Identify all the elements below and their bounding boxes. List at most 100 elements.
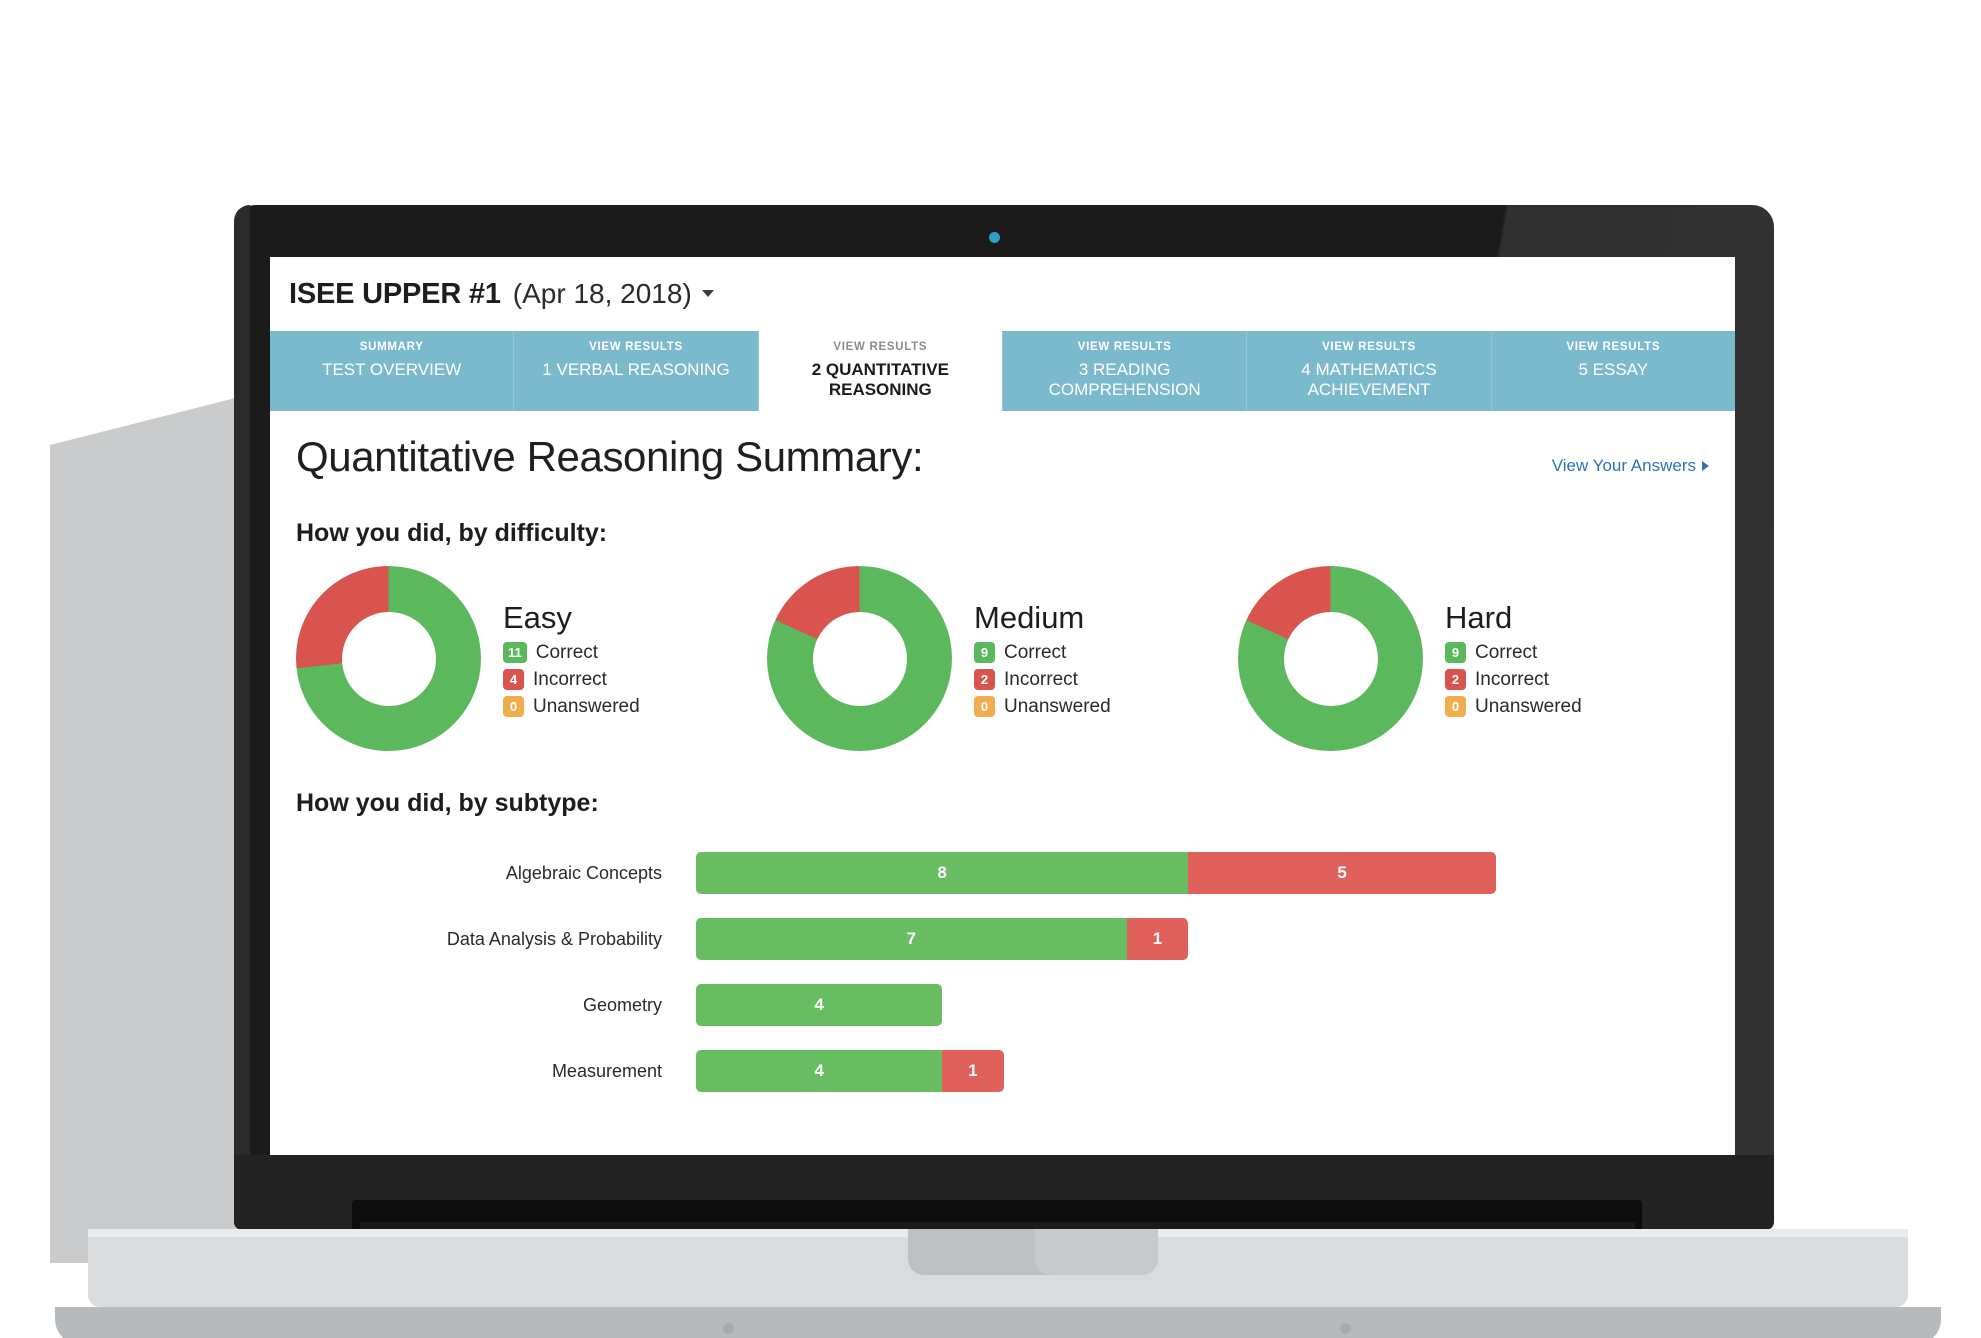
tab-label: 1 VERBAL REASONING (542, 360, 730, 379)
tab-quantitative-reasoning[interactable]: VIEW RESULTS 2 QUANTITATIVE REASONING (758, 331, 1003, 411)
bar-category-label: Algebraic Concepts (505, 862, 662, 883)
chevron-down-icon[interactable] (701, 289, 714, 297)
correct-count-chip: 11 (503, 642, 527, 663)
tab-kicker: VIEW RESULTS (589, 341, 683, 353)
legend-label: Unanswered (1004, 695, 1111, 717)
tab-kicker: VIEW RESULTS (1566, 341, 1661, 353)
app-title-bar: ISEE UPPER #1 (Apr 18, 2018) (270, 257, 1735, 331)
bar-row: Algebraic Concepts 8 5 (296, 840, 1709, 906)
donut-chart-easy (296, 566, 481, 751)
correct-count-chip: 9 (974, 642, 995, 663)
legend-correct: 11 Correct (503, 642, 640, 664)
bar-row: Measurement 4 1 (296, 1038, 1709, 1104)
test-date: (Apr 18, 2018) (512, 278, 692, 309)
unanswered-count-chip: 0 (1445, 696, 1466, 717)
legend-label: Incorrect (533, 668, 607, 690)
legend-label: Correct (1475, 641, 1538, 663)
tab-label: TEST OVERVIEW (322, 360, 462, 379)
donut-hole (341, 611, 436, 706)
incorrect-count-chip: 2 (974, 669, 995, 690)
legend-unanswered: 0 Unanswered (974, 696, 1111, 718)
donut-chart-medium (767, 566, 952, 751)
bar-category-label: Geometry (582, 994, 662, 1015)
tab-test-overview[interactable]: SUMMARY TEST OVERVIEW (270, 331, 515, 411)
tab-essay[interactable]: VIEW RESULTS 5 ESSAY (1491, 331, 1735, 411)
donut-hole (812, 611, 907, 706)
donut-legend-hard: Hard 9 Correct 2 Incorrect 0 Unanswered (1445, 600, 1582, 718)
legend-unanswered: 0 Unanswered (503, 696, 640, 718)
legend-correct: 9 Correct (1445, 642, 1582, 664)
bar-segment-correct: 7 (696, 918, 1127, 960)
tab-kicker: SUMMARY (359, 341, 424, 353)
page-title: Quantitative Reasoning Summary: (296, 433, 924, 480)
legend-label: Incorrect (1004, 668, 1078, 690)
subtype-section-heading: How you did, by subtype: (296, 789, 599, 817)
donut-legend-medium: Medium 9 Correct 2 Incorrect 0 Unanswere… (974, 600, 1111, 718)
bar-segment-incorrect: 1 (942, 1050, 1004, 1092)
tab-label: 5 ESSAY (1578, 360, 1649, 379)
results-content: Quantitative Reasoning Summary: View You… (270, 411, 1735, 1175)
laptop-base-lip (55, 1307, 1941, 1338)
incorrect-count-chip: 4 (503, 669, 524, 690)
subtype-bar-chart: Algebraic Concepts 8 5 Data Analysis & Prob… (296, 840, 1709, 1104)
bar-segment-correct: 4 (696, 984, 943, 1026)
legend-unanswered: 0 Unanswered (1445, 696, 1582, 718)
legend-label: Correct (535, 641, 599, 663)
legend-incorrect: 4 Incorrect (503, 669, 640, 691)
legend-label: Correct (1004, 641, 1067, 663)
chevron-right-icon (1702, 461, 1709, 471)
tab-label: 2 QUANTITATIVE REASONING (811, 360, 949, 399)
tab-mathematics-achievement[interactable]: VIEW RESULTS 4 MATHEMATICS ACHIEVEMENT (1247, 331, 1492, 411)
donut-cell-hard: Hard 9 Correct 2 Incorrect 0 Unanswered (1238, 566, 1709, 751)
bar-category-label: Data Analysis & Probability (446, 928, 662, 949)
legend-incorrect: 2 Incorrect (1445, 669, 1582, 691)
donut-title: Easy (503, 599, 572, 635)
legend-incorrect: 2 Incorrect (974, 669, 1111, 691)
donut-cell-medium: Medium 9 Correct 2 Incorrect 0 Unanswere… (767, 566, 1238, 751)
webcam-icon (989, 232, 1000, 243)
bar-track: 4 (696, 984, 943, 1026)
tab-label: 3 READING COMPREHENSION (1048, 360, 1201, 399)
donut-hole (1283, 611, 1378, 706)
tab-verbal-reasoning[interactable]: VIEW RESULTS 1 VERBAL REASONING (514, 331, 759, 411)
results-tab-bar: SUMMARY TEST OVERVIEW VIEW RESULTS 1 VER… (270, 331, 1735, 411)
test-name: ISEE UPPER #1 (289, 277, 501, 310)
donut-chart-hard (1238, 566, 1423, 751)
correct-count-chip: 9 (1445, 642, 1466, 663)
screenshot-stage: ISEE UPPER #1 (Apr 18, 2018) SUMMARY TES… (0, 0, 1981, 1338)
unanswered-count-chip: 0 (503, 696, 524, 717)
bar-row: Data Analysis & Probability 7 1 (296, 906, 1709, 972)
donut-cell-easy: Easy 11 Correct 4 Incorrect 0 Unanswered (296, 566, 767, 751)
tab-reading-comprehension[interactable]: VIEW RESULTS 3 READING COMPREHENSION (1002, 331, 1248, 411)
bar-category-label: Measurement (551, 1060, 662, 1081)
tab-kicker: VIEW RESULTS (833, 341, 928, 353)
bar-row: Geometry 4 (296, 972, 1709, 1038)
unanswered-count-chip: 0 (974, 696, 995, 717)
bar-segment-correct: 8 (696, 852, 1189, 894)
view-your-answers-link[interactable]: View Your Answers (1552, 456, 1709, 476)
bar-track: 41 (696, 1050, 1004, 1092)
laptop-foot-right (1340, 1323, 1351, 1334)
tab-label: 4 MATHEMATICS ACHIEVEMENT (1301, 360, 1437, 399)
tab-kicker: VIEW RESULTS (1322, 341, 1416, 353)
laptop-foot-left (723, 1323, 734, 1334)
laptop-screen: ISEE UPPER #1 (Apr 18, 2018) SUMMARY TES… (270, 257, 1735, 1175)
legend-label: Unanswered (1475, 695, 1582, 717)
difficulty-donut-row: Easy 11 Correct 4 Incorrect 0 Unanswered (296, 566, 1709, 751)
donut-title: Medium (974, 599, 1085, 635)
incorrect-count-chip: 2 (1445, 669, 1466, 690)
laptop-base-notch-right (1035, 1229, 1158, 1275)
bar-segment-incorrect: 1 (1126, 918, 1189, 960)
bar-segment-correct: 4 (696, 1050, 943, 1092)
page-head: Quantitative Reasoning Summary: View You… (296, 411, 1709, 481)
bar-segment-incorrect: 5 (1188, 852, 1496, 894)
laptop-lid-left-edge (234, 205, 250, 1215)
legend-correct: 9 Correct (974, 642, 1111, 664)
donut-title: Hard (1445, 599, 1513, 635)
legend-label: Unanswered (533, 695, 640, 717)
difficulty-section-heading: How you did, by difficulty: (296, 519, 608, 547)
view-your-answers-label: View Your Answers (1551, 456, 1696, 475)
bar-track: 85 (696, 852, 1496, 894)
legend-label: Incorrect (1475, 668, 1549, 690)
donut-legend-easy: Easy 11 Correct 4 Incorrect 0 Unanswered (503, 600, 640, 718)
